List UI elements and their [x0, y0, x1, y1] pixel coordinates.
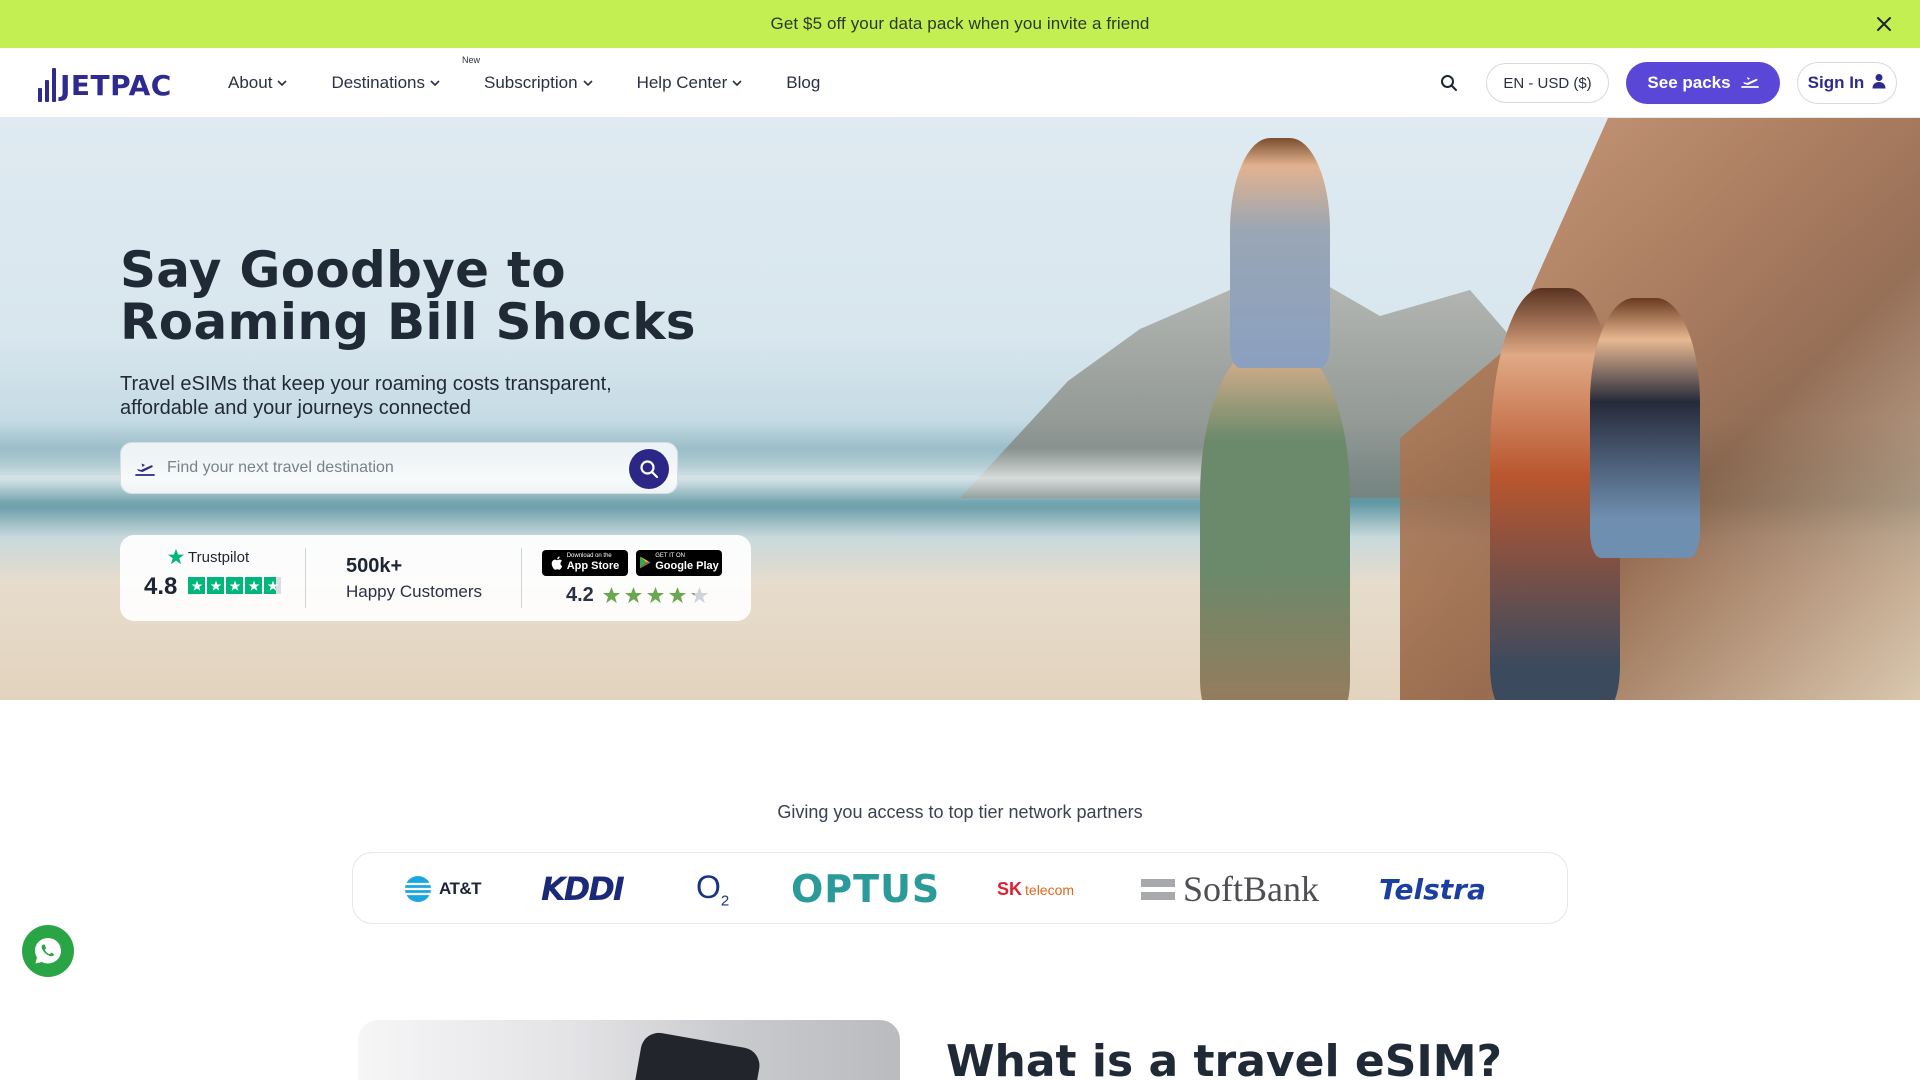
hero-subtitle-line2: affordable and your journeys connected: [120, 397, 471, 419]
partners-logo-strip: AT&T KDDI O2 OPTUS SK telecom SoftBank T…: [352, 852, 1568, 924]
softbank-logo: SoftBank: [1141, 853, 1319, 925]
att-globe-icon: [405, 876, 431, 902]
apple-icon: [551, 556, 562, 570]
store-badges: Download on the App Store GET IT ON Google…: [542, 549, 722, 576]
search-icon[interactable]: [1436, 70, 1462, 96]
hero-section: Say Goodbye to Roaming Bill Shocks Trave…: [0, 118, 1920, 700]
nav-subscription[interactable]: New Subscription: [462, 55, 593, 93]
destination-search-input[interactable]: [167, 459, 607, 477]
telstra-text: Telstra: [1379, 872, 1486, 906]
app-store-text: App Store: [566, 560, 620, 572]
nav-help-center[interactable]: Help Center: [637, 73, 743, 93]
chevron-down-icon: [582, 80, 593, 86]
softbank-bars-icon: [1141, 878, 1175, 900]
sign-in-label: Sign In: [1807, 73, 1865, 92]
esim-phone-photo: [358, 1020, 900, 1080]
partners-title: Giving you access to top tier network pa…: [777, 802, 1143, 822]
trustpilot-star-icon: [226, 577, 243, 594]
sign-in-button[interactable]: Sign In: [1797, 62, 1897, 104]
google-play-small-text: GET IT ON: [655, 553, 685, 559]
plane-icon: [1731, 73, 1759, 94]
telstra-logo: Telstra: [1379, 853, 1486, 925]
logo-bars-icon: [38, 68, 56, 102]
user-icon: [1864, 73, 1886, 94]
see-packs-button[interactable]: See packs: [1626, 62, 1780, 104]
new-badge: New: [462, 55, 481, 65]
whatsapp-icon: [35, 938, 61, 964]
trustpilot-star-icon: [207, 577, 224, 594]
trustpilot-rating[interactable]: Trustpilot 4.8: [120, 535, 305, 621]
star-icon: [668, 586, 686, 603]
locale-currency-button[interactable]: EN - USD ($): [1486, 63, 1609, 103]
star-icon: [690, 586, 708, 603]
kddi-text: KDDI: [541, 870, 625, 908]
star-icon: [646, 586, 664, 603]
plane-icon: [135, 460, 155, 476]
app-ratings: Download on the App Store GET IT ON Google…: [522, 549, 722, 607]
trustpilot-stars: [188, 577, 281, 594]
trustpilot-label: Trustpilot: [188, 548, 250, 566]
app-rating: 4.2: [566, 584, 722, 607]
destination-search: [120, 442, 678, 494]
hero-family-photo: [1160, 138, 1740, 700]
o2-logo: O2: [696, 853, 729, 925]
nav-about[interactable]: About: [228, 73, 288, 93]
trustpilot-brand: Trustpilot: [167, 548, 249, 566]
app-rating-stars: [602, 586, 709, 605]
customers-stat: 500k+ Happy Customers: [306, 555, 521, 602]
hero-title-line2: Roaming Bill Shocks: [120, 293, 696, 351]
kddi-logo: KDDI: [541, 853, 625, 925]
att-text: AT&T: [439, 879, 482, 898]
customers-label: Happy Customers: [346, 581, 483, 601]
trustpilot-star-icon: [264, 577, 281, 594]
app-store-small-text: Download on the: [566, 553, 612, 559]
chevron-down-icon: [732, 80, 742, 86]
main-nav: About Destinations New Subscription Help…: [228, 48, 864, 118]
nav-help-center-label: Help Center: [636, 73, 728, 92]
google-play-icon: [640, 556, 651, 569]
trustpilot-star-icon: [188, 577, 205, 594]
google-play-badge[interactable]: GET IT ON Google Play: [636, 549, 722, 576]
promo-text[interactable]: Get $5 off your data pack when you invit…: [771, 14, 1150, 34]
optus-text: OPTUS: [791, 867, 941, 911]
optus-logo: OPTUS: [791, 853, 940, 925]
search-submit-button[interactable]: [629, 449, 669, 489]
what-is-esim-title: What is a travel eSIM?: [946, 1036, 1503, 1080]
jetpac-logo[interactable]: JETPAC: [38, 62, 172, 102]
star-icon: [624, 586, 642, 603]
att-logo: AT&T: [403, 853, 482, 925]
see-packs-label: See packs: [1647, 73, 1731, 92]
o2-text: O2: [696, 868, 730, 910]
whatsapp-chat-button[interactable]: [22, 925, 74, 977]
hero-subtitle-line1: Travel eSIMs that keep your roaming cost…: [120, 373, 612, 395]
hero-title: Say Goodbye to Roaming Bill Shocks: [120, 244, 760, 348]
chevron-down-icon: [430, 80, 440, 86]
close-icon[interactable]: [1872, 12, 1896, 36]
nav-blog-label: Blog: [786, 73, 821, 92]
phone-graphic: [633, 1030, 763, 1080]
sk-telecom-text: SK telecom: [997, 878, 1075, 899]
ratings-card: Trustpilot 4.8 500k+ Happy Customers Dow…: [120, 535, 751, 621]
promo-banner: Get $5 off your data pack when you invit…: [0, 0, 1920, 48]
star-icon: [602, 586, 620, 603]
customers-count: 500k+: [346, 554, 403, 577]
app-store-badge[interactable]: Download on the App Store: [542, 549, 628, 576]
logo-text: JETPAC: [60, 69, 172, 102]
softbank-text: SoftBank: [1183, 869, 1320, 909]
site-header: JETPAC About Destinations New Subscripti…: [0, 48, 1920, 118]
nav-about-label: About: [228, 73, 273, 92]
chevron-down-icon: [277, 80, 288, 86]
nav-destinations-label: Destinations: [331, 73, 425, 92]
nav-subscription-label: Subscription: [484, 73, 578, 92]
trustpilot-score: 4.8: [144, 573, 178, 600]
trustpilot-star-icon: [245, 577, 262, 594]
google-play-text: Google Play: [655, 560, 719, 572]
nav-destinations[interactable]: Destinations: [331, 73, 440, 93]
hero-title-line1: Say Goodbye to: [120, 241, 566, 299]
nav-blog[interactable]: Blog: [786, 73, 820, 93]
trustpilot-star-icon: [167, 548, 185, 565]
hero-subtitle: Travel eSIMs that keep your roaming cost…: [120, 372, 680, 420]
app-rating-score: 4.2: [566, 583, 594, 606]
sk-telecom-logo: SK telecom: [997, 853, 1074, 925]
